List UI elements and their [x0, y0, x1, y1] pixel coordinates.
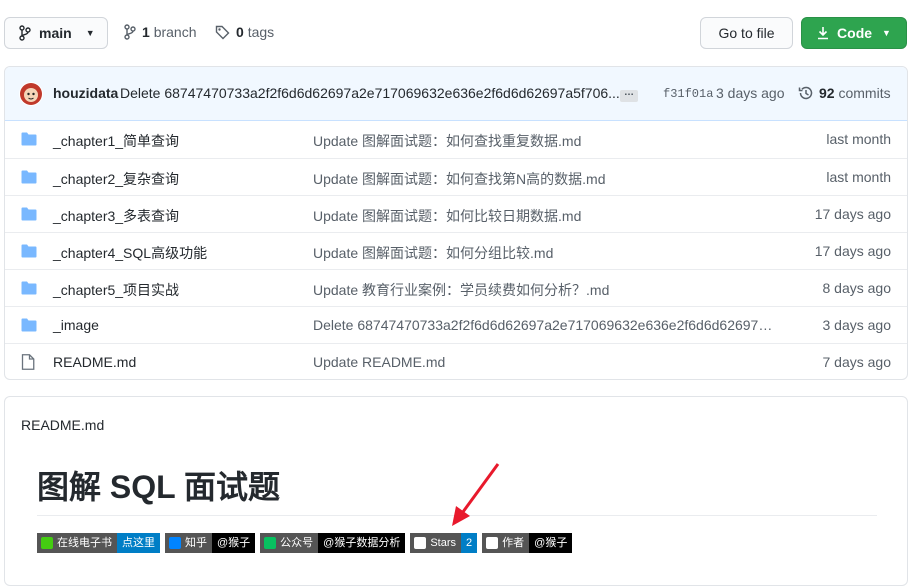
file-commit-message[interactable]: Update 图解面试题：如何分组比较.md: [313, 243, 553, 263]
download-icon: [818, 27, 829, 40]
file-name[interactable]: _chapter4_SQL高级功能: [53, 243, 207, 263]
readme-badge[interactable]: 在线电子书 点这里: [37, 533, 160, 553]
readme-badge[interactable]: 公众号 @猴子数据分析: [260, 533, 406, 553]
badge-right-text: @猴子: [212, 533, 256, 553]
annotation-arrow: [452, 463, 500, 526]
badge-icon: [41, 537, 53, 549]
file-name[interactable]: README.md: [53, 354, 136, 370]
branch-label: branch: [153, 24, 197, 40]
badge-label-part: 作者: [482, 533, 530, 553]
branch-icon: [19, 25, 31, 41]
file-age: 3 days ago: [822, 317, 892, 333]
tag-icon: [215, 25, 230, 39]
badge-left-text: 在线电子书: [57, 537, 112, 549]
file-name[interactable]: _chapter1_简单查询: [53, 131, 179, 151]
commit-count: 92: [819, 85, 835, 101]
file-commit-message[interactable]: Update 图解面试题：如何比较日期数据.md: [313, 206, 581, 226]
file-age: 8 days ago: [822, 280, 892, 296]
badge-icon: [264, 537, 277, 549]
badge-right-text: @猴子: [529, 533, 573, 553]
file-row[interactable]: _chapter3_多表查询 Update 图解面试题：如何比较日期数据.md 17…: [5, 195, 907, 232]
badge-icon: [414, 537, 427, 549]
branch-name: main: [39, 25, 72, 41]
commit-count-label: commits: [838, 85, 891, 101]
repo-toolbar: main ▼ 1 branch 0 tags Go to file Code ▼: [0, 0, 910, 66]
code-label: Code: [837, 25, 873, 41]
readme-badge[interactable]: 作者 @猴子: [482, 533, 573, 553]
badge-label-part: 公众号: [260, 533, 319, 553]
branch-select-button[interactable]: main ▼: [4, 17, 108, 49]
commit-sha[interactable]: f31f01a: [663, 87, 713, 101]
badge-right-text: 点这里: [117, 533, 160, 553]
latest-commit-bar: houzidata Delete 68747470733a2f2f6d6d626…: [5, 67, 907, 121]
file-commit-message[interactable]: Update README.md: [313, 354, 445, 370]
tag-label: tags: [247, 24, 275, 40]
badge-left-text: Stars: [430, 537, 457, 549]
badge-right-text: @猴子数据分析: [318, 533, 406, 553]
file-row[interactable]: _chapter4_SQL高级功能 Update 图解面试题：如何分组比较.md 1…: [5, 232, 907, 269]
folder-icon: [21, 132, 37, 146]
badge-label-part: 在线电子书: [37, 533, 117, 553]
code-button[interactable]: Code ▼: [801, 17, 907, 49]
chevron-down-icon: ▼: [882, 28, 891, 38]
badge-icon: [169, 537, 181, 549]
file-age: 7 days ago: [822, 354, 892, 370]
file-browser: houzidata Delete 68747470733a2f2f6d6d626…: [4, 66, 908, 380]
file-row[interactable]: _chapter5_项目实战 Update 教育行业案例：学员续费如何分析？.md…: [5, 269, 907, 306]
history-icon: [798, 86, 813, 100]
expand-commit-button[interactable]: …: [620, 88, 638, 102]
file-icon: [21, 354, 35, 370]
file-name[interactable]: _image: [53, 317, 99, 333]
file-list: _chapter1_简单查询 Update 图解面试题：如何查找重复数据.md la…: [5, 121, 907, 379]
branches-link[interactable]: 1 branch: [124, 24, 197, 40]
file-age: last month: [826, 131, 891, 147]
commit-time: 3 days ago: [716, 85, 785, 101]
folder-icon: [21, 170, 37, 184]
file-age: 17 days ago: [814, 206, 891, 222]
avatar[interactable]: [19, 82, 43, 106]
file-row[interactable]: _image Delete 68747470733a2f2f6d6d62697a2…: [5, 306, 907, 343]
readme-badge[interactable]: 知乎 @猴子: [165, 533, 256, 553]
readme-badge[interactable]: Stars 2: [410, 533, 478, 553]
badge-left-text: 作者: [502, 537, 525, 549]
badge-icon: [486, 537, 499, 549]
tag-count: 0: [236, 24, 244, 40]
tags-link[interactable]: 0 tags: [215, 24, 274, 40]
badge-left-text: 公众号: [280, 537, 314, 549]
badge-right-text: 2: [461, 533, 478, 553]
chevron-down-icon: ▼: [85, 28, 95, 38]
file-row[interactable]: README.md Update README.md 7 days ago: [5, 343, 907, 379]
badge-row: 在线电子书 点这里 知乎 @猴子 公众号 @猴子数据分析 Stars 2 作者 @猴子: [37, 533, 573, 553]
folder-icon: [21, 244, 37, 258]
file-name[interactable]: _chapter5_项目实战: [53, 280, 179, 300]
commit-author[interactable]: houzidata: [53, 85, 118, 101]
folder-icon: [21, 318, 37, 332]
commit-message[interactable]: Delete 68747470733a2f2f6d6d62697a2e71706…: [120, 85, 620, 101]
folder-icon: [21, 281, 37, 295]
branch-count: 1: [142, 24, 150, 40]
folder-icon: [21, 207, 37, 221]
file-commit-message[interactable]: Delete 68747470733a2f2f6d6d62697a2e71706…: [313, 317, 779, 333]
file-row[interactable]: _chapter1_简单查询 Update 图解面试题：如何查找重复数据.md la…: [5, 121, 907, 158]
badge-label-part: Stars: [410, 533, 462, 553]
file-commit-message[interactable]: Update 图解面试题：如何查找重复数据.md: [313, 131, 581, 151]
go-to-file-button[interactable]: Go to file: [700, 17, 793, 49]
file-name[interactable]: _chapter2_复杂查询: [53, 169, 179, 189]
file-commit-message[interactable]: Update 教育行业案例：学员续费如何分析？.md: [313, 280, 609, 300]
badge-left-text: 知乎: [185, 537, 207, 549]
badge-label-part: 知乎: [165, 533, 212, 553]
branch-icon: [124, 24, 136, 40]
file-commit-message[interactable]: Update 图解面试题：如何查找第N高的数据.md: [313, 169, 605, 189]
file-age: last month: [826, 169, 891, 185]
readme-header[interactable]: README.md: [21, 417, 104, 433]
file-row[interactable]: _chapter2_复杂查询 Update 图解面试题：如何查找第N高的数据.md…: [5, 158, 907, 195]
file-name[interactable]: _chapter3_多表查询: [53, 206, 179, 226]
commits-link[interactable]: 92 commits: [798, 85, 891, 101]
file-age: 17 days ago: [814, 243, 891, 259]
